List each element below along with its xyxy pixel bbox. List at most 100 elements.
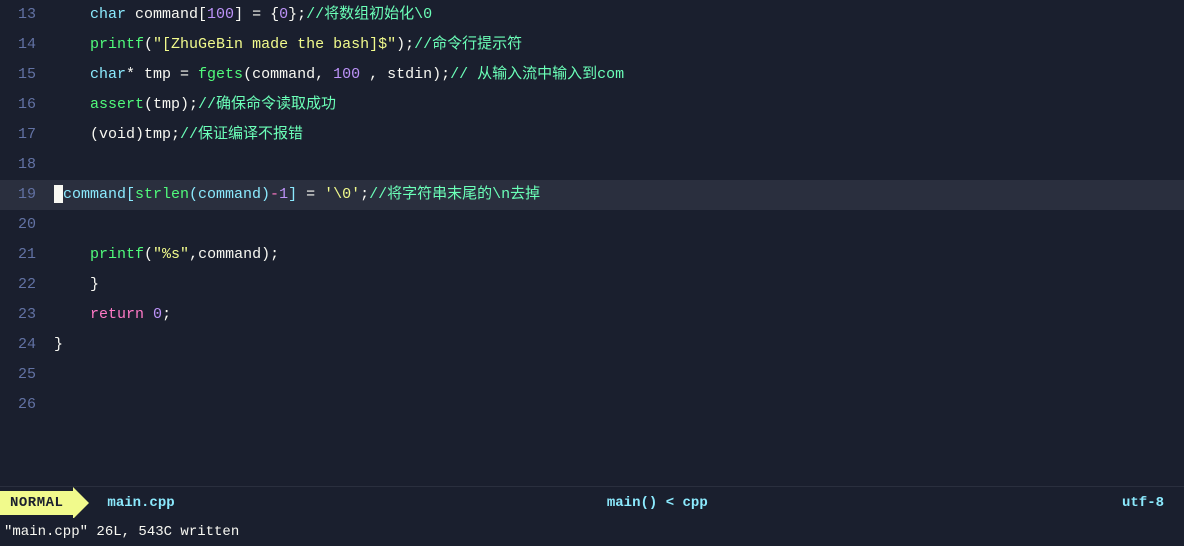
status-msg: "main.cpp" 26L, 543C written (4, 524, 239, 540)
c-number-token: 0 (279, 6, 288, 23)
code-line: 16 assert(tmp);//确保命令读取成功 (0, 90, 1184, 120)
code-line: 14 printf("[ZhuGeBin made the bash]$");/… (0, 30, 1184, 60)
line-number: 22 (0, 270, 50, 300)
line-number: 19 (0, 180, 50, 210)
code-line: 25 (0, 360, 1184, 390)
line-number: 25 (0, 360, 50, 390)
c-comment-token: //保证编译不报错 (180, 126, 303, 143)
status-bar: NORMAL main.cpp main() < cpp utf-8 (0, 486, 1184, 518)
c-string-token: "[ZhuGeBin made the bash]$" (153, 36, 396, 53)
c-number-token: 100 (333, 66, 360, 83)
line-number: 16 (0, 90, 50, 120)
c-func-token: printf (90, 36, 144, 53)
c-normal-token: ( (144, 36, 153, 53)
c-normal-token: (void)tmp; (90, 126, 180, 143)
c-normal-token: ; (360, 186, 369, 203)
c-char-token: '\0' (324, 186, 360, 203)
c-number-token: 100 (207, 6, 234, 23)
c-bracket-token: (command) (189, 186, 270, 203)
c-number-token: 1 (279, 186, 288, 203)
c-normal-token: = (297, 186, 324, 203)
indent-token (54, 246, 90, 263)
line-number: 14 (0, 30, 50, 60)
line-content: printf("[ZhuGeBin made the bash]$");//命令… (50, 30, 1184, 60)
c-number-token: 0 (153, 306, 162, 323)
code-line: 17 (void)tmp;//保证编译不报错 (0, 120, 1184, 150)
line-content: } (50, 330, 1184, 360)
status-mode: NORMAL (0, 491, 73, 515)
line-number: 26 (0, 390, 50, 420)
status-middle: main() < cpp (193, 495, 1122, 511)
c-comment-token: //确保命令读取成功 (198, 96, 336, 113)
c-normal-token: , stdin); (360, 66, 450, 83)
func-name: main() (607, 495, 657, 511)
c-normal-token: ); (396, 36, 414, 53)
status-msg-bar: "main.cpp" 26L, 543C written (0, 518, 1184, 546)
line-number: 20 (0, 210, 50, 240)
c-operator-token: - (270, 186, 279, 203)
line-content: char command[100] = {0};//将数组初始化\0 (50, 0, 1184, 30)
c-func-token: assert (90, 96, 144, 113)
c-type-token: char (90, 6, 126, 23)
indent-token (54, 66, 90, 83)
c-comment-token: //命令行提示符 (414, 36, 522, 53)
line-content: (void)tmp;//保证编译不报错 (50, 120, 1184, 150)
line-number: 15 (0, 60, 50, 90)
c-normal-token: ; (162, 306, 171, 323)
c-bracket-token: ] (288, 186, 297, 203)
c-func-token: fgets (198, 66, 243, 83)
c-func-token: printf (90, 246, 144, 263)
code-line: 26 (0, 390, 1184, 420)
indent-token (54, 6, 90, 23)
code-line: 18 (0, 150, 1184, 180)
filetype: cpp (683, 495, 708, 511)
editor-container: 13 char command[100] = {0};//将数组初始化\014 … (0, 0, 1184, 546)
c-normal-token: } (54, 336, 63, 353)
line-number: 13 (0, 0, 50, 30)
line-content: } (50, 270, 1184, 300)
code-line: 22 } (0, 270, 1184, 300)
c-comment-token: // 从输入流中输入到com (450, 66, 624, 83)
status-filename: main.cpp (89, 495, 192, 511)
c-keyword-token: return (90, 306, 144, 323)
line-number: 23 (0, 300, 50, 330)
indent-token (54, 126, 90, 143)
c-normal-token: ( (144, 246, 153, 263)
c-normal-token: }; (288, 6, 306, 23)
status-arrow (73, 487, 89, 519)
code-line: 21 printf("%s",command); (0, 240, 1184, 270)
line-number: 21 (0, 240, 50, 270)
c-func-token: strlen (135, 186, 189, 203)
c-normal-token: * tmp = (126, 66, 198, 83)
line-content: char* tmp = fgets(command, 100 , stdin);… (50, 60, 1184, 90)
c-normal-token: (command, (243, 66, 333, 83)
c-normal-token: ,command); (189, 246, 279, 263)
line-content: return 0; (50, 300, 1184, 330)
code-area: 13 char command[100] = {0};//将数组初始化\014 … (0, 0, 1184, 486)
code-line: 20 (0, 210, 1184, 240)
line-number: 24 (0, 330, 50, 360)
line-number: 18 (0, 150, 50, 180)
c-normal-token: ] = { (234, 6, 279, 23)
c-normal-token (144, 306, 153, 323)
c-bracket-token: command[ (63, 186, 135, 203)
c-normal-token: (tmp); (144, 96, 198, 113)
status-func: main() < cpp (607, 495, 708, 511)
indent-token (54, 276, 90, 293)
c-comment-token: //将字符串末尾的\n去掉 (369, 186, 540, 203)
indent-token (54, 306, 90, 323)
lt-symbol: < (666, 495, 683, 511)
indent-token (54, 36, 90, 53)
line-number: 17 (0, 120, 50, 150)
code-line: 24} (0, 330, 1184, 360)
c-string-token: "%s" (153, 246, 189, 263)
line-content: command[strlen(command)-1] = '\0';//将字符串… (50, 180, 1184, 210)
line-content: assert(tmp);//确保命令读取成功 (50, 90, 1184, 120)
status-right: utf-8 (1122, 494, 1184, 511)
code-line: 23 return 0; (0, 300, 1184, 330)
status-encoding: utf-8 (1122, 495, 1164, 511)
indent-token (54, 96, 90, 113)
c-normal-token: } (90, 276, 99, 293)
code-line: 19command[strlen(command)-1] = '\0';//将字… (0, 180, 1184, 210)
c-normal-token: command[ (126, 6, 207, 23)
